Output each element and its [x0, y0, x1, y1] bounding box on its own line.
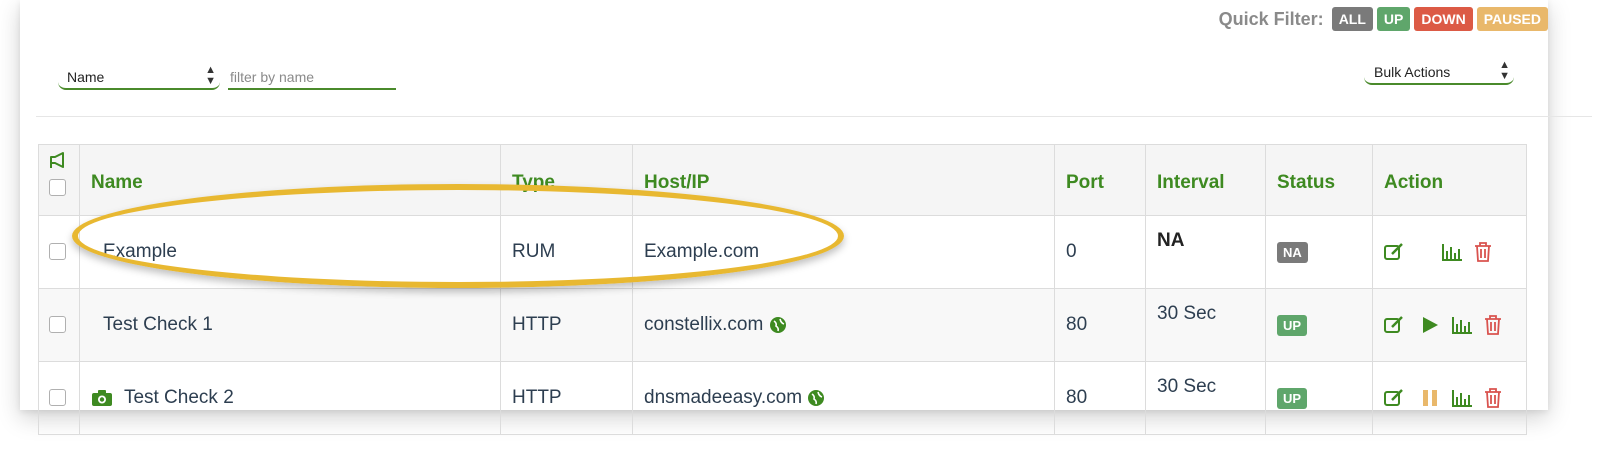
checks-table: Name Type Host/IP Port Interval Status A… — [38, 144, 1527, 435]
row-actions — [1372, 288, 1527, 362]
check-status-cell: UP — [1265, 361, 1373, 435]
select-arrows-icon: ▲ ▼ — [205, 64, 216, 87]
row-checkbox[interactable] — [49, 316, 66, 334]
column-header-interval[interactable]: Interval — [1145, 144, 1266, 216]
table-row: Test Check 1 HTTP constellix.com 80 30 S… — [38, 288, 1527, 362]
row-checkbox-cell — [38, 288, 80, 362]
check-name[interactable]: Example — [79, 215, 501, 289]
column-header-name[interactable]: Name — [79, 144, 501, 216]
filter-field-value: Name — [67, 69, 105, 85]
bulk-actions-value: Bulk Actions — [1374, 64, 1451, 80]
chart-icon[interactable] — [1451, 389, 1473, 407]
check-port: 0 — [1054, 215, 1146, 289]
check-host: Example.com — [632, 215, 1055, 289]
check-name-cell: Test Check 2 — [79, 361, 501, 435]
check-status-cell: UP — [1265, 288, 1373, 362]
row-checkbox-cell — [38, 215, 80, 289]
delete-icon[interactable] — [1484, 388, 1502, 408]
edit-icon[interactable] — [1384, 389, 1404, 407]
status-badge: UP — [1277, 388, 1308, 409]
check-host-cell: dnsmadeeasy.com — [632, 361, 1055, 435]
filter-field-select[interactable]: Name ▲ ▼ — [58, 64, 220, 90]
play-icon[interactable] — [1421, 316, 1439, 334]
column-header-port[interactable]: Port — [1054, 144, 1146, 216]
globe-icon — [808, 389, 825, 406]
check-interval: NA — [1145, 215, 1266, 289]
megaphone-icon — [50, 151, 64, 168]
check-type: HTTP — [500, 361, 633, 435]
check-port: 80 — [1054, 288, 1146, 362]
check-status-cell: NA — [1265, 215, 1373, 289]
check-interval: 30 Sec — [1145, 361, 1266, 435]
quick-filter-label: Quick Filter: — [1218, 8, 1324, 29]
table-row: Test Check 2 HTTP dnsmadeeasy.com 80 30 … — [38, 361, 1527, 435]
check-host-cell: constellix.com — [632, 288, 1055, 362]
status-badge: NA — [1277, 242, 1308, 263]
select-all-header — [38, 144, 80, 216]
filter-by-name-input[interactable] — [228, 66, 396, 90]
row-actions — [1372, 215, 1527, 289]
chart-icon[interactable] — [1451, 316, 1473, 334]
delete-icon[interactable] — [1474, 242, 1492, 262]
row-checkbox[interactable] — [49, 389, 66, 407]
row-checkbox[interactable] — [49, 243, 66, 261]
check-name[interactable]: Test Check 2 — [124, 387, 234, 408]
table-header-row: Name Type Host/IP Port Interval Status A… — [38, 144, 1527, 216]
camera-icon[interactable] — [91, 389, 113, 407]
check-interval: 30 Sec — [1145, 288, 1266, 362]
table-row: Example RUM Example.com 0 NA NA — [38, 215, 1527, 289]
status-badge: UP — [1277, 315, 1308, 336]
check-type: RUM — [500, 215, 633, 289]
filter-down-button[interactable]: DOWN — [1414, 7, 1473, 31]
check-name[interactable]: Test Check 1 — [79, 288, 501, 362]
pause-icon[interactable] — [1421, 389, 1439, 407]
edit-icon[interactable] — [1384, 243, 1404, 261]
column-header-action: Action — [1372, 144, 1527, 216]
filter-all-button[interactable]: ALL — [1331, 7, 1373, 31]
check-host: constellix.com — [644, 314, 764, 335]
check-type: HTTP — [500, 288, 633, 362]
column-header-type[interactable]: Type — [500, 144, 633, 216]
check-port: 80 — [1054, 361, 1146, 435]
bulk-actions-select[interactable]: Bulk Actions ▲ ▼ — [1364, 59, 1514, 85]
divider — [36, 116, 1592, 117]
column-header-host[interactable]: Host/IP — [632, 144, 1055, 216]
row-checkbox-cell — [38, 361, 80, 435]
globe-icon — [769, 316, 786, 333]
select-arrows-icon: ▲ ▼ — [1499, 59, 1510, 82]
chart-icon[interactable] — [1441, 243, 1463, 261]
filter-up-button[interactable]: UP — [1376, 7, 1411, 31]
delete-icon[interactable] — [1484, 315, 1502, 335]
edit-icon[interactable] — [1384, 316, 1404, 334]
quick-filter: Quick Filter: ALL UP DOWN PAUSED — [1219, 7, 1548, 31]
row-actions — [1372, 361, 1527, 435]
filter-paused-button[interactable]: PAUSED — [1476, 7, 1548, 31]
column-header-status[interactable]: Status — [1265, 144, 1373, 216]
select-all-checkbox[interactable] — [49, 179, 66, 197]
check-host: dnsmadeeasy.com — [644, 387, 803, 408]
